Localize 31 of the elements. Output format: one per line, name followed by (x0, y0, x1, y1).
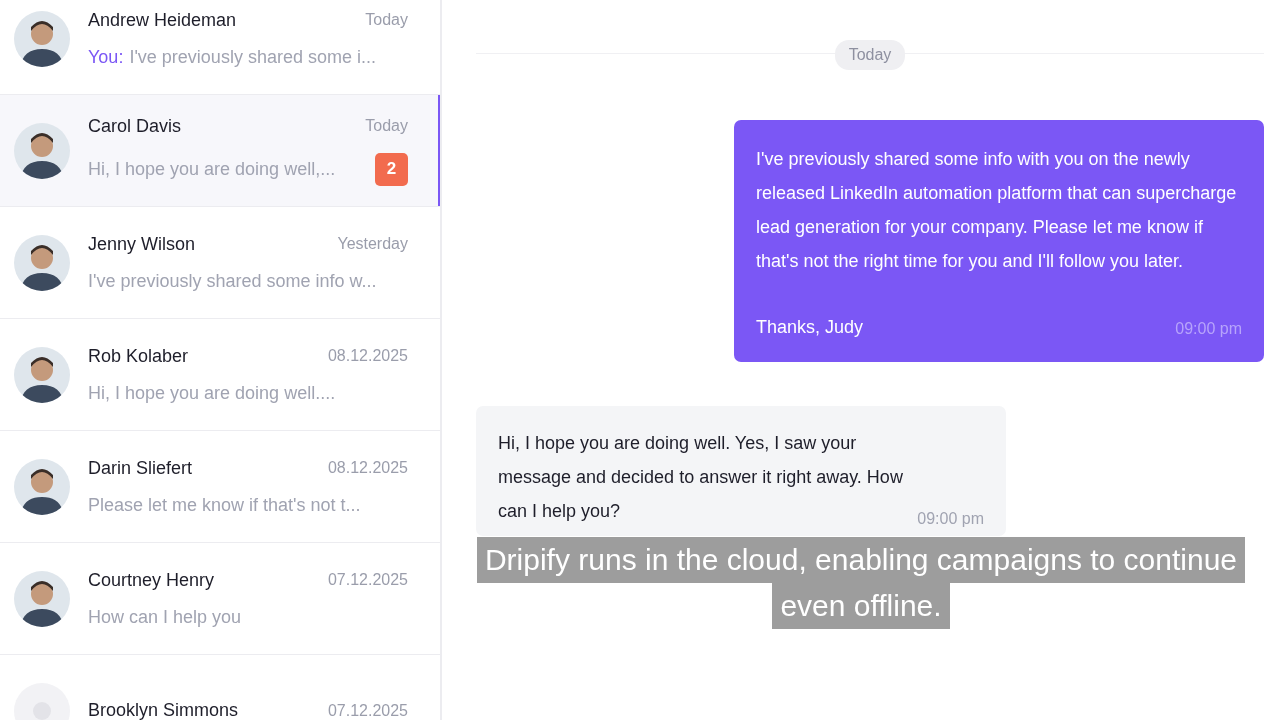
message-date: 07.12.2025 (327, 571, 408, 589)
contact-name: Darin Sliefert (88, 457, 193, 479)
message-preview: I've previously shared some i... (129, 46, 376, 67)
message-date: 08.12.2025 (327, 347, 408, 365)
unread-count: 2 (375, 152, 408, 186)
conversation-item[interactable]: Carol Davis Today Hi, I hope you are doing well,... 2 (0, 95, 440, 207)
message-text: I've previously shared some info with you on the newly released LinkedIn automation platform that can supercharge lead generation for your company. Please let me know if that's not the right time for you and I'll follow you later. (756, 148, 1238, 273)
message-text: Thanks, Judy (756, 316, 865, 339)
message-preview: How can I help you (88, 606, 242, 627)
message-preview: Hi, I hope you are doing well,... (88, 158, 336, 179)
contact-name: Andrew Heideman (88, 9, 237, 31)
message-preview: I've previously shared some info w... (88, 270, 377, 291)
date-divider: Today (834, 40, 906, 70)
message-time: 09:00 pm (1175, 320, 1242, 339)
sender-label: You: (88, 46, 124, 67)
message-preview: Please let me know if that's not t... (88, 494, 361, 515)
subtitle-caption: Dripify runs in the cloud, enabling campaigns to continue (476, 537, 1246, 583)
message-date: Yesterday (337, 235, 408, 253)
message-date: 07.12.2025 (327, 701, 408, 720)
contact-name: Brooklyn Simmons (88, 700, 239, 720)
message-text: Hi, I hope you are doing well. Yes, I saw your message and decided to answer it right away. How can I help you? (498, 432, 904, 523)
contact-name: Jenny Wilson (88, 233, 196, 255)
message-date: Today (365, 11, 408, 29)
message-date: 08.12.2025 (327, 459, 408, 477)
message-time: 09:00 pm (917, 510, 984, 528)
subtitle-caption: even offline. (772, 583, 950, 629)
contact-name: Courtney Henry (88, 569, 215, 591)
message-date: Today (365, 117, 408, 135)
contact-name: Rob Kolaber (88, 345, 189, 367)
contact-name: Carol Davis (88, 115, 182, 137)
message-preview: Hi, I hope you are doing well.... (88, 382, 336, 403)
